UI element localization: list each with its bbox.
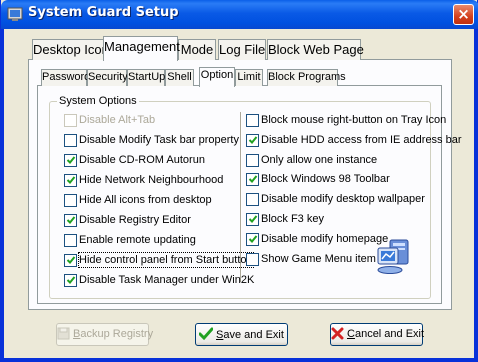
checkbox[interactable]	[246, 114, 259, 127]
save-label: ave and Exit	[223, 329, 284, 341]
option-label: Disable Registry Editor	[79, 214, 191, 226]
option-label: Disable modify homepage	[261, 232, 389, 245]
window-border-right	[474, 29, 477, 362]
window-title: System Guard Setup	[28, 5, 179, 20]
checkbox[interactable]	[64, 254, 77, 267]
checkbox	[64, 114, 77, 127]
option-label: Show Game Menu item	[261, 252, 376, 265]
checkbox[interactable]	[246, 193, 259, 207]
title-bar[interactable]: System Guard Setup ×	[1, 0, 478, 29]
disk-icon	[57, 327, 70, 340]
cancel-and-exit-button[interactable]: Cancel and Exit	[330, 323, 425, 346]
tab-mode[interactable]: Mode	[178, 39, 216, 60]
check-mark-icon	[66, 156, 76, 164]
option-label: Block mouse right-button on Tray Icon	[261, 114, 447, 126]
check-mark-icon	[66, 276, 76, 284]
option-label: Disable Task Manager under Win2K	[79, 274, 255, 286]
checkbox[interactable]	[64, 234, 77, 247]
option-label: Enable remote updating	[79, 234, 196, 246]
check-mark-icon	[66, 256, 76, 264]
tab-log-file[interactable]: Log File	[218, 39, 266, 60]
green-check-icon	[198, 327, 214, 341]
checkbox[interactable]	[246, 232, 259, 246]
checkbox[interactable]	[246, 252, 259, 266]
checkbox[interactable]	[246, 153, 259, 167]
backup-registry-button[interactable]: Backup Registry	[56, 323, 153, 346]
check-mark-icon	[248, 215, 258, 223]
check-mark-icon	[248, 235, 258, 243]
red-x-icon	[331, 327, 344, 340]
option-label: Block F3 key	[261, 213, 324, 225]
check-mark-icon	[66, 176, 76, 184]
option-label: Hide Network Neighbourhood	[79, 174, 224, 186]
checkbox[interactable]	[64, 154, 77, 167]
computer-icon	[377, 239, 409, 274]
backup-label: ackup Registry	[80, 328, 154, 340]
tab-block-web-page[interactable]: Block Web Page	[267, 39, 364, 60]
option-label: Disable modify desktop wallpaper	[261, 193, 425, 206]
subtab-shell[interactable]: Shell	[165, 69, 194, 86]
subtab-password[interactable]: Password	[41, 69, 90, 86]
checkbox[interactable]	[246, 133, 259, 147]
option-label: Disable Alt+Tab	[79, 114, 156, 126]
checkbox[interactable]	[246, 213, 259, 226]
option-label: Disable HDD access from IE address bar	[261, 133, 462, 146]
option-label: Disable Modify Task bar property	[79, 134, 239, 146]
option-label: Hide control panel from Start button	[78, 252, 254, 268]
window-border-left	[1, 29, 4, 362]
checkbox[interactable]	[64, 194, 77, 207]
option-label: Only allow one instance	[261, 153, 378, 166]
subtab-limit[interactable]: Limit	[235, 69, 263, 86]
cancel-label: ancel and Exit	[354, 328, 425, 340]
setup-window: System Guard Setup × Desktop Icon Manage…	[0, 0, 478, 362]
check-mark-icon	[248, 175, 258, 184]
option-label: Block Windows 98 Toolbar	[261, 173, 390, 186]
checkbox[interactable]	[64, 214, 77, 227]
check-mark-icon	[66, 216, 76, 224]
option-label: Disable CD-ROM Autorun	[79, 154, 205, 166]
save-and-exit-button[interactable]: Save and Exit	[195, 323, 288, 346]
checkbox[interactable]	[246, 173, 259, 187]
subtab-option[interactable]: Option	[199, 67, 235, 87]
app-shield-icon	[7, 7, 23, 21]
close-icon[interactable]: ×	[453, 4, 474, 25]
cancel-mnemonic: C	[347, 328, 355, 340]
tab-management[interactable]: Management	[103, 36, 180, 61]
system-options-label: System Options	[57, 95, 139, 107]
subtab-block-programs[interactable]: Block Programs	[267, 69, 346, 86]
option-label: Hide All icons from desktop	[79, 194, 212, 206]
subtab-security[interactable]: Security	[87, 69, 128, 86]
checkbox[interactable]	[64, 274, 77, 287]
checkbox[interactable]	[64, 134, 77, 147]
window-border-bottom	[1, 358, 478, 361]
tab-desktop-icon[interactable]: Desktop Icon	[32, 39, 109, 60]
checkbox[interactable]	[64, 174, 77, 187]
check-mark-icon	[248, 136, 258, 144]
subtab-startup[interactable]: StartUp	[127, 69, 165, 86]
